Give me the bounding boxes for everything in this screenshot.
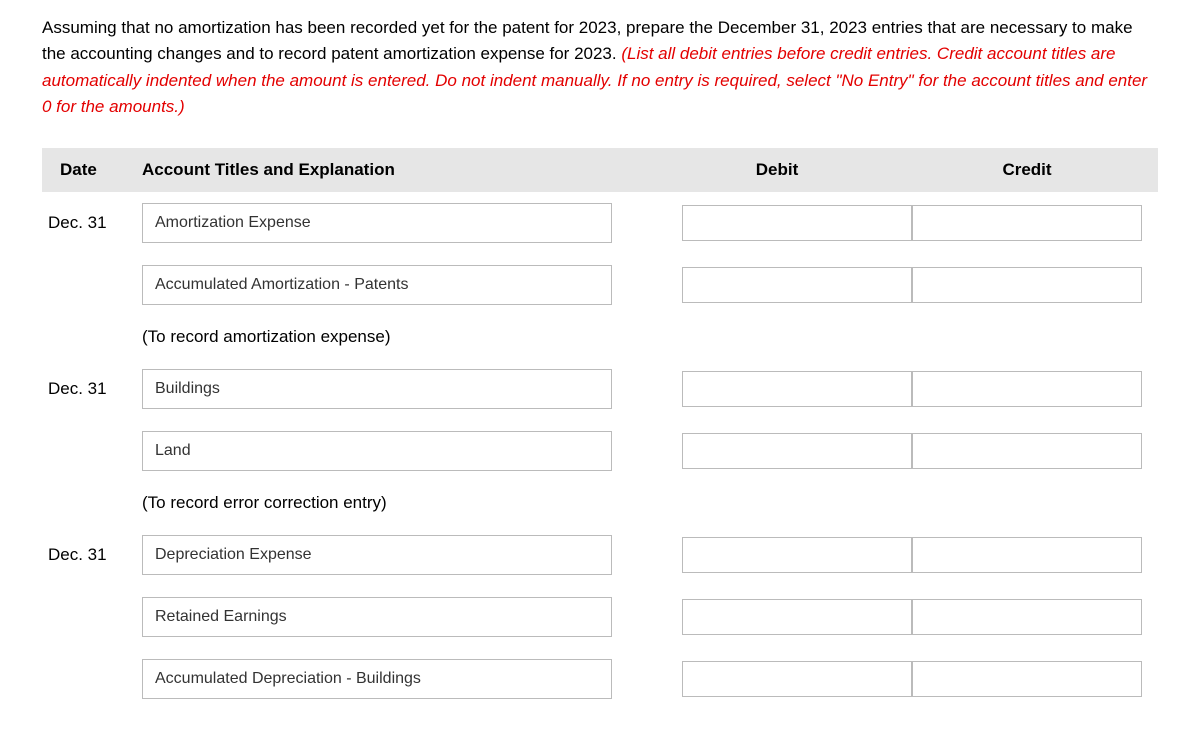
debit-input[interactable]: [682, 537, 912, 573]
date-cell: Dec. 31: [42, 213, 142, 233]
header-credit: Credit: [902, 160, 1152, 180]
table-header: Date Account Titles and Explanation Debi…: [42, 148, 1158, 192]
account-input[interactable]: [142, 535, 612, 575]
instructions: Assuming that no amortization has been r…: [42, 15, 1158, 120]
header-debit: Debit: [652, 160, 902, 180]
credit-input[interactable]: [912, 267, 1142, 303]
credit-input[interactable]: [912, 537, 1142, 573]
debit-input[interactable]: [682, 433, 912, 469]
date-cell: Dec. 31: [42, 379, 142, 399]
entry-description: (To record amortization expense): [142, 327, 391, 347]
table-row: Dec. 31: [42, 358, 1158, 420]
credit-input[interactable]: [912, 661, 1142, 697]
table-row: [42, 648, 1158, 710]
credit-input[interactable]: [912, 599, 1142, 635]
description-row: (To record amortization expense): [42, 316, 1158, 358]
table-row: Dec. 31: [42, 192, 1158, 254]
account-input[interactable]: [142, 597, 612, 637]
date-cell: Dec. 31: [42, 545, 142, 565]
table-row: [42, 254, 1158, 316]
account-input[interactable]: [142, 369, 612, 409]
debit-input[interactable]: [682, 371, 912, 407]
description-row: (To record error correction entry): [42, 482, 1158, 524]
debit-input[interactable]: [682, 599, 912, 635]
account-input[interactable]: [142, 659, 612, 699]
credit-input[interactable]: [912, 433, 1142, 469]
account-input[interactable]: [142, 203, 612, 243]
account-input[interactable]: [142, 431, 612, 471]
debit-input[interactable]: [682, 661, 912, 697]
header-account: Account Titles and Explanation: [142, 160, 652, 180]
table-row: Dec. 31: [42, 524, 1158, 586]
credit-input[interactable]: [912, 205, 1142, 241]
debit-input[interactable]: [682, 205, 912, 241]
account-input[interactable]: [142, 265, 612, 305]
journal-table: Date Account Titles and Explanation Debi…: [42, 148, 1158, 710]
header-date: Date: [42, 160, 142, 180]
debit-input[interactable]: [682, 267, 912, 303]
entry-description: (To record error correction entry): [142, 493, 387, 513]
table-row: [42, 586, 1158, 648]
table-row: [42, 420, 1158, 482]
credit-input[interactable]: [912, 371, 1142, 407]
